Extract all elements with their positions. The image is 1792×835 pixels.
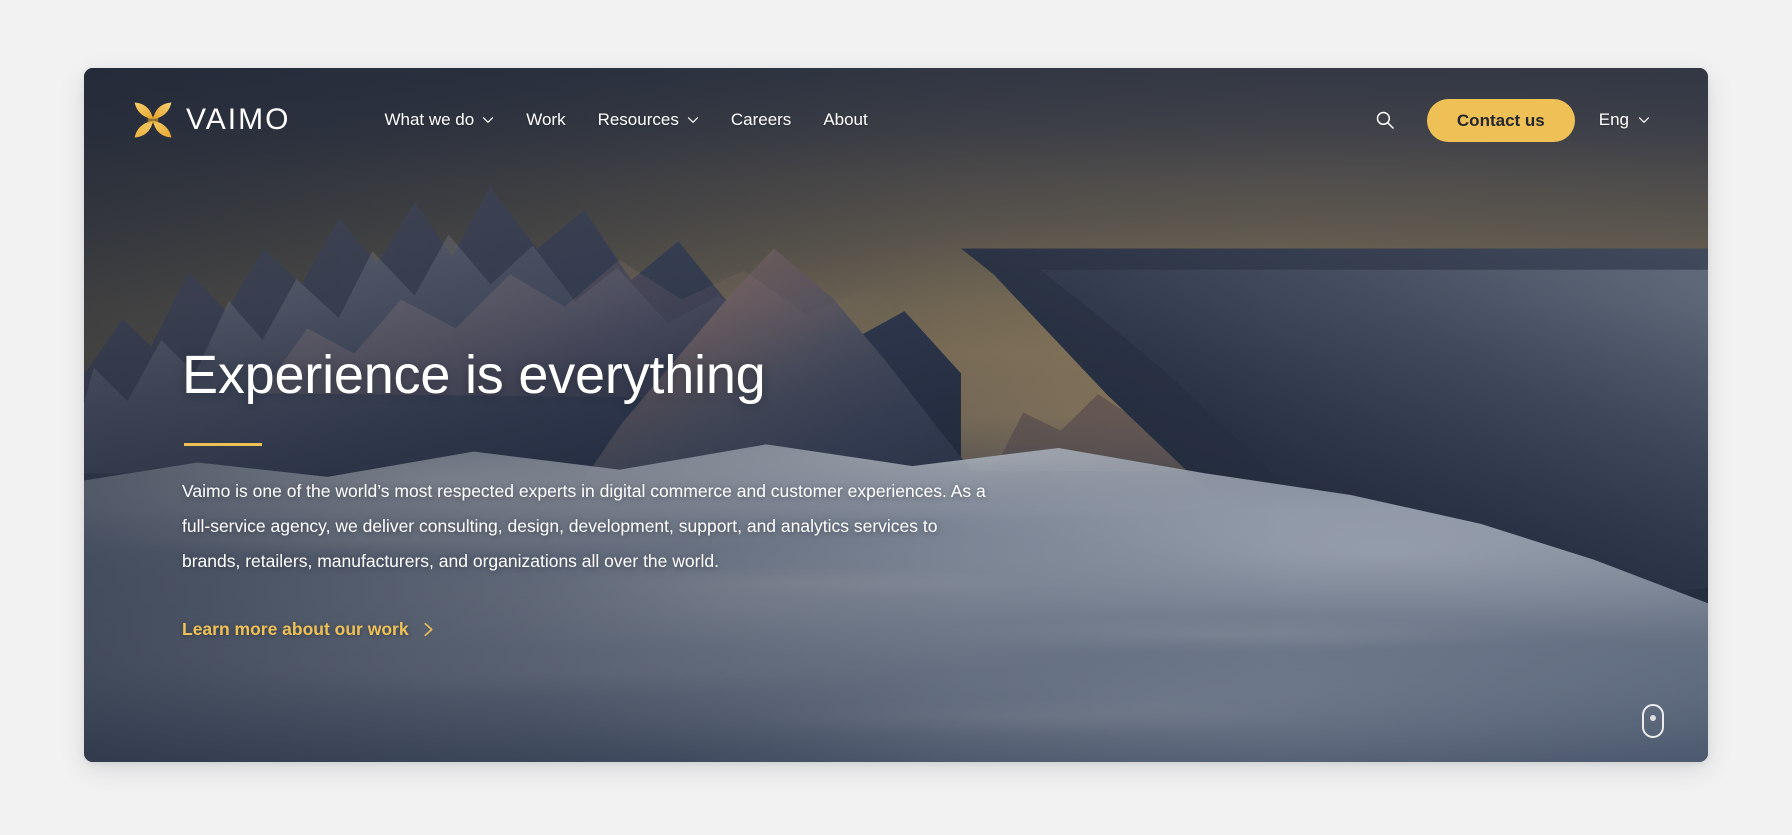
contact-us-button[interactable]: Contact us	[1426, 98, 1575, 142]
hero-title: Experience is everything	[182, 345, 766, 405]
nav-label: Work	[526, 110, 566, 129]
nav-label: What we do	[384, 110, 475, 129]
hero-card: VAIMO What we do Work Resources Careers …	[84, 68, 1708, 762]
nav-label: Careers	[730, 110, 792, 129]
nav-item-about[interactable]: About	[807, 100, 883, 140]
language-label: Eng	[1598, 110, 1629, 129]
hero-content: Experience is everything Vaimo is one of…	[182, 346, 1062, 640]
nav-label: About	[823, 110, 868, 129]
main-nav: What we do Work Resources Careers About	[368, 100, 883, 140]
nav-label: Resources	[597, 110, 679, 129]
page-root: VAIMO What we do Work Resources Careers …	[0, 0, 1792, 835]
nav-item-work[interactable]: Work	[510, 100, 581, 140]
chevron-down-icon	[1638, 117, 1650, 123]
nav-item-what-we-do[interactable]: What we do	[368, 100, 510, 140]
chevron-down-icon	[687, 117, 698, 123]
hero-divider	[184, 443, 262, 447]
brand-logo-link[interactable]: VAIMO	[132, 99, 290, 141]
mouse-scroll-icon[interactable]	[1642, 704, 1664, 738]
learn-more-link[interactable]: Learn more about our work	[182, 619, 435, 640]
nav-item-careers[interactable]: Careers	[715, 100, 807, 140]
vaimo-x-logo-icon	[134, 102, 172, 138]
language-selector[interactable]: Eng	[1575, 100, 1656, 140]
chevron-down-icon	[483, 117, 494, 123]
nav-item-resources[interactable]: Resources	[582, 100, 715, 140]
learn-more-label: Learn more about our work	[182, 619, 409, 640]
hero-description: Vaimo is one of the world’s most respect…	[182, 481, 986, 572]
brand-wordmark: VAIMO	[186, 103, 291, 136]
search-button[interactable]	[1365, 100, 1405, 140]
chevron-right-icon	[424, 623, 433, 637]
site-header: VAIMO What we do Work Resources Careers …	[84, 68, 1708, 172]
search-icon	[1376, 111, 1394, 129]
header-actions: Contact us Eng	[1365, 98, 1656, 142]
